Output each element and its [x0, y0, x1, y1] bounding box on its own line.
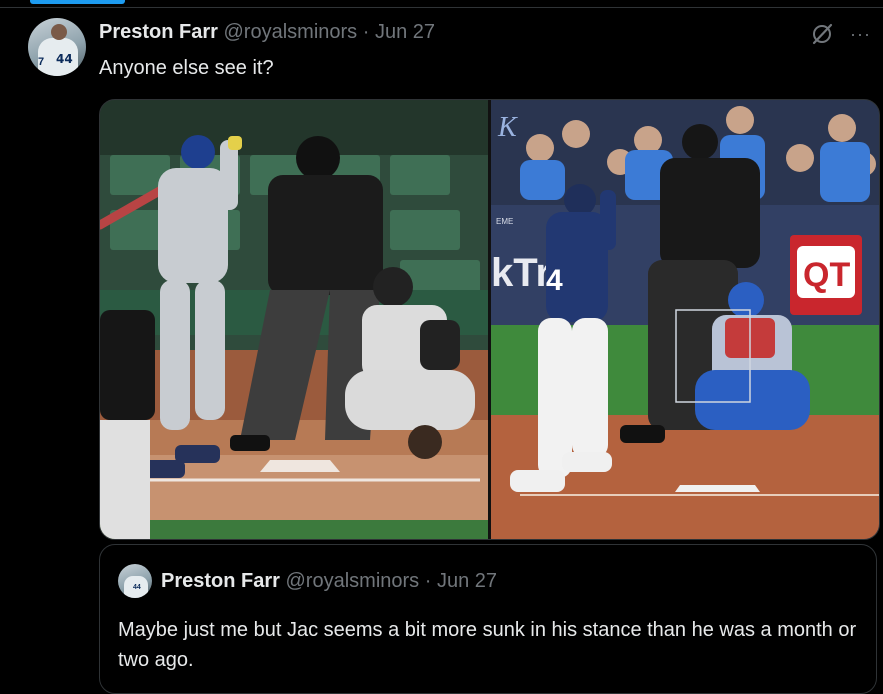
avatar-number-left: 7 [38, 56, 45, 68]
author-name[interactable]: Preston Farr [99, 21, 218, 43]
quoted-post-text: Maybe just me but Jac seems a bit more s… [118, 619, 857, 671]
tab-indicator [30, 0, 125, 4]
quoted-author-handle: @royalsminors [285, 570, 420, 592]
post-header: Preston Farr @royalsminors · Jun 27 [99, 21, 435, 44]
jersey-number: 4 [546, 264, 563, 297]
author-handle[interactable]: @royalsminors [224, 21, 358, 43]
quoted-post[interactable]: 44 Preston Farr @royalsminors · Jun 27 M… [99, 544, 877, 694]
baseball-batter-photo-right: K EME kTri QT 4 [491, 100, 879, 539]
quoted-separator: · [424, 570, 432, 592]
media-image[interactable]: K EME kTri QT 4 [99, 99, 880, 540]
avatar[interactable]: 7 44 [28, 18, 86, 76]
avatar-number: 44 [56, 52, 73, 66]
crest-text: K [497, 112, 518, 143]
small-text: EME [496, 217, 513, 226]
post-date[interactable]: Jun 27 [375, 21, 435, 43]
divider [0, 7, 883, 8]
quoted-post-date: Jun 27 [436, 570, 498, 592]
baseball-batter-photo-left [100, 100, 488, 539]
grok-slash-circle-icon[interactable] [810, 22, 834, 46]
separator: · [362, 21, 370, 43]
more-options-icon[interactable]: ··· [850, 24, 871, 45]
quoted-post-header: Preston Farr @royalsminors · Jun 27 [161, 570, 497, 593]
qt-sign-text: QT [803, 256, 850, 294]
quoted-avatar: 44 [118, 564, 152, 598]
quoted-author-name: Preston Farr [161, 570, 280, 592]
quoted-avatar-number: 44 [133, 584, 141, 591]
post-text: Anyone else see it? [99, 57, 274, 79]
